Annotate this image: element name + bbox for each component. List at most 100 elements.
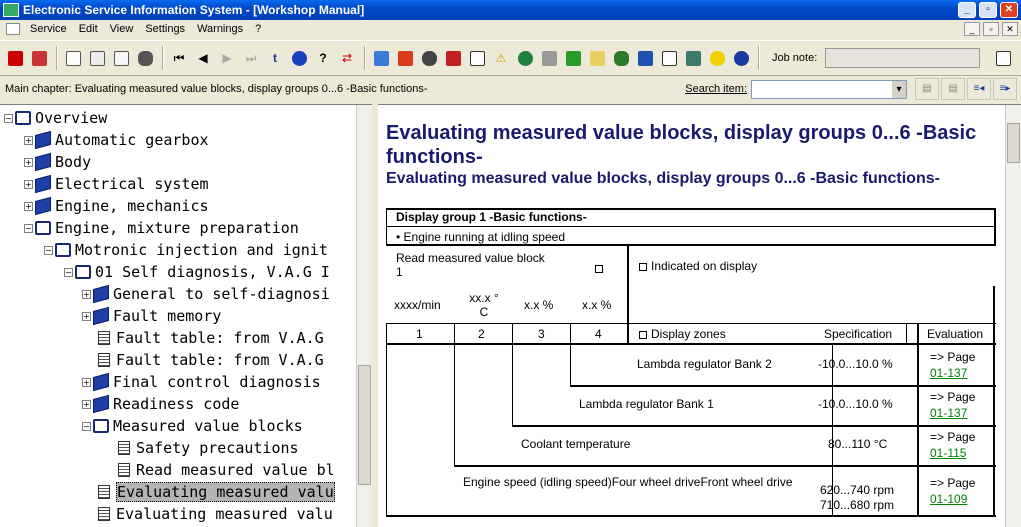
field-number-1: 1 <box>416 327 423 341</box>
toolbox-icon[interactable] <box>28 47 50 69</box>
doc-minimize-button[interactable]: _ <box>964 22 980 36</box>
open-book-icon <box>75 265 91 279</box>
row-name: Engine speed (idling speed)Four wheel dr… <box>463 475 793 489</box>
page-icon <box>98 485 110 499</box>
tree-node[interactable]: −01 Self diagnosis, V.A.G I <box>64 262 330 282</box>
page-link[interactable]: 01-115 <box>930 446 966 460</box>
new-document-icon[interactable] <box>62 47 84 69</box>
tree-node[interactable]: + Final control diagnosis <box>82 372 321 392</box>
toolbar: ⏮ ◀ ▶ ⏭ t ? ⇄ ⚠ Job note: <box>0 40 1021 76</box>
red-book-icon[interactable] <box>442 47 464 69</box>
menu-edit[interactable]: Edit <box>73 23 104 35</box>
page-link[interactable]: 01-109 <box>930 492 967 506</box>
page-link[interactable]: 01-137 <box>930 406 967 420</box>
expand-right-button[interactable]: ≡▸ <box>993 78 1017 100</box>
tree-node-selected[interactable]: Evaluating measured valu <box>98 482 335 502</box>
document-list-icon[interactable] <box>110 47 132 69</box>
diagram-icon[interactable] <box>370 47 392 69</box>
page-icon <box>98 507 110 521</box>
tree-node[interactable]: Fault table: from V.A.G <box>98 350 324 370</box>
tree-node[interactable]: + General to self-diagnosi <box>82 284 330 304</box>
menu-settings[interactable]: Settings <box>139 23 191 35</box>
last-page-icon[interactable]: ⏭ <box>240 47 262 69</box>
tree-node[interactable]: + Automatic gearbox <box>24 130 209 150</box>
save-job-note-icon[interactable] <box>992 47 1014 69</box>
car-green-icon[interactable] <box>610 47 632 69</box>
network-icon[interactable] <box>730 47 752 69</box>
swap-icon[interactable]: ⇄ <box>336 47 358 69</box>
maximize-button[interactable]: ▫ <box>979 2 997 18</box>
up-level-icon[interactable]: t <box>264 47 286 69</box>
tree-node[interactable]: + Engine, mechanics <box>24 196 209 216</box>
expand-left-button[interactable]: ≡◂ <box>967 78 991 100</box>
close-button[interactable]: ✕ <box>1000 2 1018 18</box>
next-page-icon[interactable]: ▶ <box>216 47 238 69</box>
book-icon <box>35 196 51 216</box>
field-unit-4: x.x % <box>582 298 612 312</box>
tree-node[interactable]: − Motronic injection and ignit <box>44 240 328 260</box>
open-book-icon <box>55 243 71 257</box>
tree-node[interactable]: + Readiness code <box>82 394 239 414</box>
warning-icon[interactable]: ⚠ <box>490 47 512 69</box>
tree-node[interactable]: + Electrical system <box>24 174 209 194</box>
spec-header: Specification <box>824 327 893 341</box>
tag-icon[interactable] <box>586 47 608 69</box>
tree-scrollbar[interactable] <box>356 105 372 527</box>
lightbulb-icon[interactable] <box>706 47 728 69</box>
menu-bar: Service Edit View Settings Warnings ? _ … <box>0 20 1021 38</box>
menu-service[interactable]: Service <box>24 23 73 35</box>
job-note-field[interactable] <box>825 48 981 68</box>
search-prev-button[interactable]: ▤ <box>915 78 939 100</box>
first-page-icon[interactable]: ⏮ <box>168 47 190 69</box>
field-number-4: 4 <box>595 327 602 341</box>
row-spec: 620...740 rpm 710...680 rpm <box>820 483 895 512</box>
search-car-icon[interactable] <box>634 47 656 69</box>
row-eval: => Page 01-137 <box>930 350 976 380</box>
text-icon[interactable] <box>466 47 488 69</box>
car-icon[interactable] <box>134 47 156 69</box>
document-subtitle: Evaluating measured value blocks, displa… <box>386 170 940 187</box>
book-icon <box>93 284 109 304</box>
info-icon[interactable] <box>288 47 310 69</box>
tree-node[interactable]: − Overview <box>4 108 107 128</box>
open-book-icon <box>93 419 109 433</box>
navigation-tree: − Overview + Automatic gearbox + Body + Elec… <box>0 104 372 527</box>
component-icon[interactable] <box>394 47 416 69</box>
notes-icon[interactable] <box>682 47 704 69</box>
tree-node[interactable]: Fault table: from V.A.G <box>98 328 324 348</box>
row-spec: -10.0...10.0 % <box>818 397 893 411</box>
tree-node[interactable]: + Body <box>24 152 91 172</box>
globe-icon[interactable] <box>514 47 536 69</box>
tree-node[interactable]: + Fault memory <box>82 306 221 326</box>
book-icon <box>35 152 51 172</box>
exit-icon[interactable] <box>4 47 26 69</box>
page-link[interactable]: 01-137 <box>930 366 967 380</box>
read-block-label: Read measured value block 1 <box>396 251 545 279</box>
minimize-button[interactable]: _ <box>958 2 976 18</box>
window-title: Electronic Service Information System - … <box>23 3 365 17</box>
tree-node[interactable]: Safety precautions <box>118 438 299 458</box>
person-icon[interactable] <box>418 47 440 69</box>
green-book-icon[interactable] <box>562 47 584 69</box>
menu-help[interactable]: ? <box>249 23 267 35</box>
print-icon[interactable] <box>538 47 560 69</box>
menu-view[interactable]: View <box>104 23 140 35</box>
checklist-icon[interactable] <box>658 47 680 69</box>
tree-node[interactable]: Evaluating measured valu <box>98 504 333 524</box>
search-next-button[interactable]: ▤ <box>941 78 965 100</box>
document-title: Evaluating measured value blocks, displa… <box>386 122 977 168</box>
tree-node[interactable]: − Measured value blocks <box>82 416 303 436</box>
doc-restore-button[interactable]: ▫ <box>983 22 999 36</box>
edit-document-icon[interactable] <box>86 47 108 69</box>
tree-node[interactable]: Read measured value bl <box>118 460 335 480</box>
page-icon <box>98 331 110 345</box>
row-name: Coolant temperature <box>521 437 631 451</box>
document-scrollbar[interactable] <box>1005 105 1021 527</box>
previous-page-icon[interactable]: ◀ <box>192 47 214 69</box>
doc-close-button[interactable]: ✕ <box>1002 22 1018 36</box>
menu-warnings[interactable]: Warnings <box>191 23 249 35</box>
help-icon[interactable]: ? <box>312 47 334 69</box>
document-pane: Evaluating measured value blocks, displa… <box>378 104 1021 527</box>
tree-node[interactable]: − Engine, mixture preparation <box>24 218 299 238</box>
search-item-dropdown[interactable] <box>751 79 907 99</box>
